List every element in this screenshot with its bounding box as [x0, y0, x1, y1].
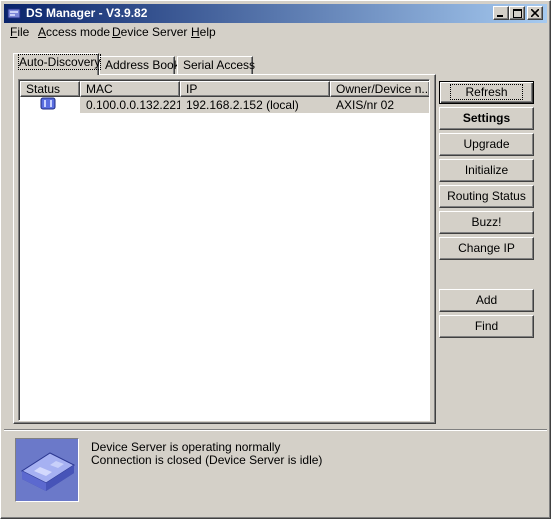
close-button[interactable] [527, 6, 543, 20]
menu-device-rest: evice Server [120, 25, 188, 39]
initialize-button[interactable]: Initialize [439, 159, 534, 182]
find-button[interactable]: Find [439, 315, 534, 338]
menu-device-server[interactable]: Device Server [112, 25, 187, 39]
row-ip: 192.168.2.152 (local) [180, 97, 330, 113]
menu-access-mnemonic: A [38, 25, 47, 39]
device-status-panel [15, 438, 79, 502]
routing-status-button[interactable]: Routing Status [439, 185, 534, 208]
app-icon [7, 8, 21, 19]
menu-file[interactable]: File [10, 25, 29, 39]
status-line-2: Connection is closed (Device Server is i… [91, 453, 323, 467]
menu-help[interactable]: Help [191, 25, 216, 39]
tab-auto-discovery[interactable]: Auto-Discovery [13, 53, 102, 75]
status-messages: Device Server is operating normally Conn… [91, 441, 322, 467]
tab-label: Address Book [105, 58, 180, 72]
refresh-label: Refresh [450, 84, 523, 100]
app-window: DS Manager - V3.9.82 File Access mode De… [0, 0, 551, 519]
settings-button[interactable]: Settings [439, 107, 534, 130]
maximize-icon [512, 8, 522, 18]
table-row[interactable]: 0.100.0.0.132.221 192.168.2.152 (local) … [20, 97, 429, 113]
column-ip[interactable]: IP [180, 81, 330, 97]
status-divider [4, 429, 547, 431]
menu-help-rest: elp [199, 25, 216, 39]
tab-label: Auto-Discovery [17, 54, 102, 70]
column-status[interactable]: Status [20, 81, 80, 97]
close-icon [531, 9, 539, 17]
column-owner[interactable]: Owner/Device n... [330, 81, 429, 97]
minimize-icon [497, 14, 503, 17]
title-bar[interactable]: DS Manager - V3.9.82 [4, 4, 547, 23]
refresh-button[interactable]: Refresh [439, 81, 534, 104]
row-status-cell [20, 97, 80, 113]
column-mac[interactable]: MAC [80, 81, 180, 97]
list-header: Status MAC IP Owner/Device n... [20, 81, 429, 97]
add-button[interactable]: Add [439, 289, 534, 312]
buzz-button[interactable]: Buzz! [439, 211, 534, 234]
menu-access-mode[interactable]: Access mode [38, 25, 110, 39]
window-title: DS Manager - V3.9.82 [26, 6, 148, 20]
tab-address-book[interactable]: Address Book [99, 56, 180, 74]
tab-label: Serial Access [183, 58, 256, 72]
menu-access-rest: ccess mode [46, 25, 111, 39]
menu-help-mnemonic: H [191, 25, 200, 39]
device-list[interactable]: Status MAC IP Owner/Device n... 0.100.0.… [18, 79, 430, 421]
menu-device-mnemonic: D [112, 25, 121, 39]
menu-file-rest: ile [17, 25, 30, 39]
device-server-icon [16, 439, 78, 501]
menu-bar: File Access mode Device Server Help [4, 24, 547, 42]
minimize-button[interactable] [493, 6, 509, 20]
maximize-button[interactable] [509, 6, 525, 20]
change-ip-button[interactable]: Change IP [439, 237, 534, 260]
row-owner: AXIS/nr 02 [330, 97, 429, 113]
upgrade-button[interactable]: Upgrade [439, 133, 534, 156]
row-mac: 0.100.0.0.132.221 [80, 97, 180, 113]
device-ok-icon [40, 97, 56, 110]
tab-serial-access[interactable]: Serial Access [177, 56, 256, 74]
